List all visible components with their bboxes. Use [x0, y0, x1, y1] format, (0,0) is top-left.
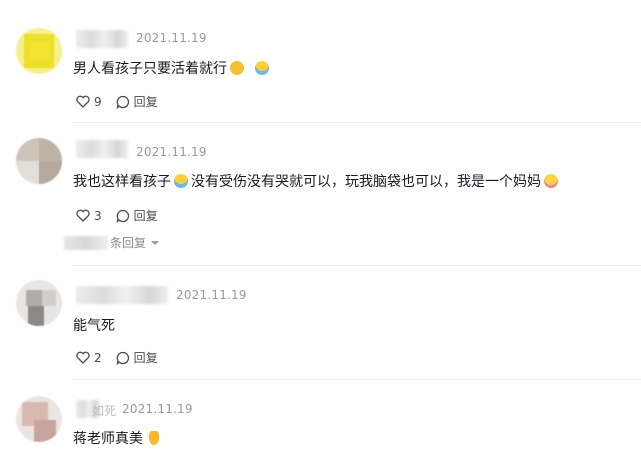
- crying-face-emoji: [544, 174, 558, 188]
- comment-item: 2021.11.19 我也这样看孩子 没有受伤没有哭就可以，玩我脑袋也可以，我是一…: [0, 124, 641, 266]
- reply-bubble-icon: [116, 95, 129, 109]
- more-replies-label: 条回复: [110, 236, 147, 250]
- rolling-laughing-emoji: [255, 61, 269, 75]
- reply-label: 回复: [133, 351, 158, 365]
- expand-replies-button[interactable]: 条回复: [64, 234, 160, 251]
- comment-text-content: 我也这样看孩子: [73, 174, 171, 190]
- divider: [72, 122, 641, 123]
- heart-icon: [76, 351, 90, 364]
- avatar[interactable]: [16, 138, 62, 184]
- comment-text: 蒋老师真美: [73, 428, 162, 448]
- comment-text: 男人看孩子只要活着就行: [73, 58, 272, 78]
- username[interactable]: [76, 286, 168, 304]
- like-button[interactable]: 2: [76, 351, 102, 365]
- reply-button[interactable]: 回复: [116, 93, 158, 110]
- thinking-face-emoji: [230, 61, 244, 75]
- comment-text-content: 男人看孩子只要活着就行: [73, 61, 227, 77]
- comment-item: 如死 2021.11.19 蒋老师真美: [0, 380, 641, 454]
- username[interactable]: [76, 140, 128, 158]
- like-count: 2: [94, 350, 102, 365]
- like-count: 3: [94, 208, 102, 223]
- comment-text: 能气死: [73, 315, 115, 335]
- reply-bubble-icon: [116, 209, 129, 223]
- chevron-down-icon: [151, 240, 160, 245]
- reply-label: 回复: [133, 209, 158, 223]
- comment-date: 2021.11.19: [136, 31, 207, 45]
- comment-item: 2021.11.19 能气死 2 回复: [0, 266, 641, 380]
- comment-actions: 9 回复: [76, 93, 158, 110]
- username[interactable]: [76, 30, 128, 48]
- comment-date: 2021.11.19: [136, 145, 207, 159]
- comment-actions: 2 回复: [76, 349, 158, 366]
- reply-button[interactable]: 回复: [116, 349, 158, 366]
- like-button[interactable]: 9: [76, 95, 102, 109]
- avatar[interactable]: [16, 28, 62, 74]
- username-suffix: 如死: [92, 404, 117, 418]
- reply-bubble-icon: [116, 351, 129, 365]
- comment-date: 2021.11.19: [176, 288, 247, 302]
- medal-emoji: [149, 431, 159, 445]
- comment-actions: 3 回复: [76, 207, 158, 224]
- like-button[interactable]: 3: [76, 209, 102, 223]
- comment-text-continued: 没有受伤没有哭就可以，玩我脑袋也可以，我是一个妈妈: [191, 174, 541, 190]
- comment-date: 2021.11.19: [122, 402, 193, 416]
- avatar[interactable]: [16, 280, 62, 326]
- heart-icon: [76, 95, 90, 108]
- avatar[interactable]: [16, 396, 62, 442]
- comment-text-content: 蒋老师真美: [73, 431, 143, 447]
- like-count: 9: [94, 94, 102, 109]
- rolling-laughing-emoji: [174, 174, 188, 188]
- reply-count-blur: [64, 235, 108, 250]
- comment-text-content: 能气死: [73, 318, 115, 334]
- heart-icon: [76, 209, 90, 222]
- reply-button[interactable]: 回复: [116, 207, 158, 224]
- comment-item: 2021.11.19 男人看孩子只要活着就行 9 回复: [0, 0, 641, 124]
- comment-text: 我也这样看孩子 没有受伤没有哭就可以，玩我脑袋也可以，我是一个妈妈: [73, 171, 561, 191]
- reply-label: 回复: [133, 95, 158, 109]
